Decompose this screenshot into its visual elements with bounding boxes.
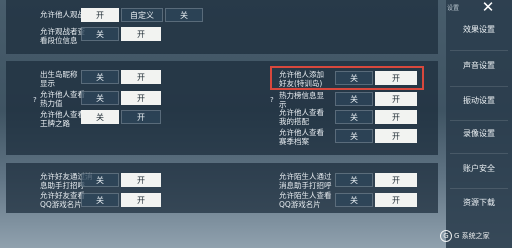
outfit-view-on-button[interactable]: 开 <box>375 110 417 124</box>
stranger-greeting-label: 允许陌生人通过 消息助手打招呼 <box>279 172 332 190</box>
sidebar-divider <box>450 120 508 121</box>
heat-value-on-button[interactable]: 开 <box>121 91 161 105</box>
help-icon[interactable]: ? <box>33 96 37 104</box>
settings-sidebar <box>446 0 512 248</box>
heat-value-off-button[interactable]: 关 <box>81 91 119 105</box>
stranger-greeting-off-button[interactable]: 关 <box>335 173 373 187</box>
ace-path-label: 允许他人查看 王牌之路 <box>40 110 85 128</box>
friend-qq-card-on-button[interactable]: 开 <box>121 193 161 207</box>
heat-board-off-button[interactable]: 关 <box>335 92 373 106</box>
close-icon[interactable]: ✕ <box>480 0 496 15</box>
stranger-qq-card-label: 允许陌生人查看 QQ游戏名片 <box>279 191 332 209</box>
ace-path-off-button[interactable]: 开 <box>121 110 161 124</box>
spawn-island-name-on-button[interactable]: 开 <box>121 70 161 84</box>
highlight-box <box>270 66 424 90</box>
allow-spectate-custom-button[interactable]: 自定义 <box>121 8 163 22</box>
friend-greeting-on-button[interactable]: 开 <box>121 173 161 187</box>
watermark-logo-icon: G <box>440 230 452 242</box>
sidebar-divider <box>450 153 508 154</box>
sidebar-item-recording[interactable]: 录像设置 <box>446 128 512 139</box>
help-icon[interactable]: ? <box>270 96 274 104</box>
watermark-text: G 系统之家 <box>454 232 490 240</box>
stranger-qq-card-off-button[interactable]: 关 <box>335 193 373 207</box>
sidebar-item-account-security[interactable]: 账户安全 <box>446 163 512 174</box>
sidebar-divider <box>450 50 508 51</box>
sidebar-item-vibration[interactable]: 振动设置 <box>446 95 512 106</box>
spectator-rank-on-button[interactable]: 开 <box>121 27 161 41</box>
season-archive-label: 允许他人查看 赛季档案 <box>279 128 324 146</box>
stranger-qq-card-on-button[interactable]: 开 <box>375 193 417 207</box>
heat-board-label: 热力榜信息显 示 <box>279 91 324 109</box>
spawn-island-name-off-button[interactable]: 关 <box>81 70 119 84</box>
settings-title: 设置 <box>447 5 460 12</box>
season-archive-off-button[interactable]: 关 <box>335 129 373 143</box>
sidebar-item-sound[interactable]: 声音设置 <box>446 60 512 71</box>
friend-greeting-off-button[interactable]: 关 <box>81 173 119 187</box>
spectator-rank-off-button[interactable]: 关 <box>81 27 119 41</box>
sidebar-item-resource-download[interactable]: 资源下载 <box>446 197 512 208</box>
sidebar-divider <box>450 86 508 87</box>
stranger-greeting-on-button[interactable]: 开 <box>375 173 417 187</box>
heat-value-label: 允许他人查看 热力值 <box>40 90 85 108</box>
sidebar-item-effects[interactable]: 效果设置 <box>446 24 512 35</box>
heat-board-on-button[interactable]: 开 <box>375 92 417 106</box>
friend-qq-card-off-button[interactable]: 关 <box>81 193 119 207</box>
outfit-view-off-button[interactable]: 关 <box>335 110 373 124</box>
season-archive-on-button[interactable]: 开 <box>375 129 417 143</box>
friend-qq-card-label: 允许好友查看 QQ游戏名片 <box>40 191 85 209</box>
watermark: G G 系统之家 <box>440 229 510 243</box>
spectator-rank-label: 允许观战者查 看段位信息 <box>40 27 85 45</box>
allow-spectate-label: 允许他人观战 <box>40 10 85 19</box>
allow-spectate-on-button[interactable]: 开 <box>81 8 119 22</box>
spawn-island-name-label: 出生岛昵称 显示 <box>40 70 78 88</box>
ace-path-on-button[interactable]: 关 <box>81 110 119 124</box>
allow-spectate-off-button[interactable]: 关 <box>165 8 203 22</box>
sidebar-divider <box>450 188 508 189</box>
outfit-view-label: 允许他人查看 我的搭配 <box>279 108 324 126</box>
